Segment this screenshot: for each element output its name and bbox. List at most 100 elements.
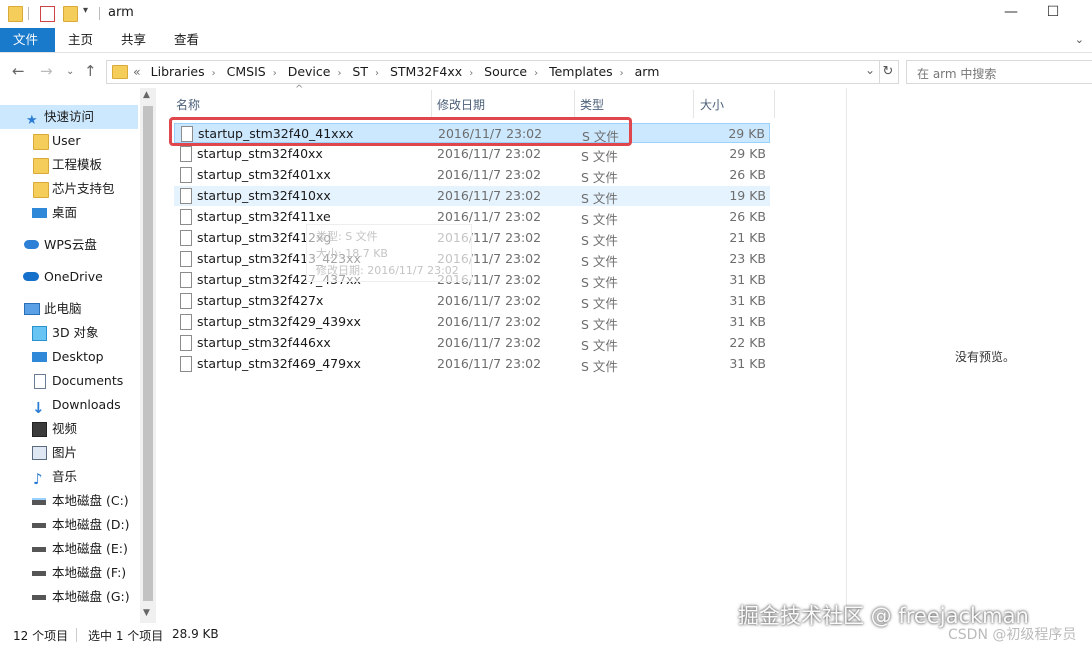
back-arrow-icon[interactable]: ←	[12, 62, 25, 80]
file-row[interactable]: startup_stm32f411xe 2016/11/7 23:02 S 文件…	[174, 207, 770, 227]
folder-icon	[33, 182, 49, 198]
annotation-highlight-box	[169, 117, 632, 146]
file-row[interactable]: startup_stm32f413_423xx 2016/11/7 23:02 …	[174, 249, 770, 269]
new-folder-icon[interactable]	[63, 6, 78, 22]
column-divider[interactable]	[693, 90, 694, 118]
file-type: S 文件	[581, 296, 618, 311]
customize-toolbar-icon[interactable]: ▾	[83, 5, 88, 16]
drive-icon	[32, 571, 46, 576]
sidebar-item-drive-d[interactable]: 本地磁盘 (D:)	[0, 513, 138, 537]
file-row[interactable]: startup_stm32f410xx 2016/11/7 23:02 S 文件…	[174, 186, 770, 206]
sidebar-item-wps-cloud[interactable]: WPS云盘	[0, 233, 138, 257]
sidebar-item-drive-f[interactable]: 本地磁盘 (F:)	[0, 561, 138, 585]
file-row[interactable]: startup_stm32f427_437xx 2016/11/7 23:02 …	[174, 270, 770, 290]
file-type: S 文件	[581, 275, 618, 290]
column-header-name[interactable]: 名称	[176, 96, 200, 113]
scroll-down-icon[interactable]: ▼	[143, 608, 150, 618]
file-row[interactable]: startup_stm32f412xg 2016/11/7 23:02 S 文件…	[174, 228, 770, 248]
file-date: 2016/11/7 23:02	[437, 209, 542, 224]
up-arrow-icon[interactable]: ↑	[84, 62, 97, 80]
expand-ribbon-icon[interactable]: ⌄	[1075, 33, 1084, 46]
breadcrumb-libraries[interactable]: Libraries	[151, 64, 205, 79]
breadcrumb-st[interactable]: ST	[352, 64, 368, 79]
properties-icon[interactable]	[40, 6, 55, 22]
column-header-type[interactable]: 类型	[580, 96, 604, 113]
breadcrumb-source[interactable]: Source	[484, 64, 527, 79]
sidebar-item-quick-access[interactable]: ★ 快速访问	[0, 105, 138, 129]
file-icon	[180, 314, 192, 330]
sidebar-item-music[interactable]: ♪ 音乐	[0, 465, 138, 489]
address-history-dropdown-icon[interactable]: ⌄	[865, 63, 875, 77]
navigation-pane: ★ 快速访问 User 工程模板 芯片支持包 桌面 WPS云盘 OneDrive…	[0, 88, 156, 623]
column-divider[interactable]	[774, 90, 775, 118]
search-input[interactable]: 在 arm 中搜索	[906, 60, 1092, 84]
sidebar-item-project-template[interactable]: 工程模板	[0, 153, 138, 177]
sidebar-item-pictures[interactable]: 图片	[0, 441, 138, 465]
forward-arrow-icon[interactable]: →	[40, 62, 53, 80]
column-divider[interactable]	[574, 90, 575, 118]
item-count: 12 个项目	[13, 629, 69, 643]
column-header-date[interactable]: 修改日期	[437, 96, 485, 113]
sidebar-item-videos[interactable]: 视频	[0, 417, 138, 441]
drive-icon	[32, 595, 46, 600]
minimize-button[interactable]: —	[988, 0, 1034, 26]
scroll-up-icon[interactable]: ▲	[143, 90, 150, 100]
file-row[interactable]: startup_stm32f40xx 2016/11/7 23:02 S 文件 …	[174, 144, 770, 164]
sidebar-item-drive-e[interactable]: 本地磁盘 (E:)	[0, 537, 138, 561]
breadcrumb-device[interactable]: Device	[288, 64, 331, 79]
folder-icon	[112, 65, 128, 79]
chevron-right-icon[interactable]: ›	[375, 68, 379, 79]
file-date: 2016/11/7 23:02	[437, 293, 542, 308]
tab-share[interactable]: 共享	[109, 28, 158, 52]
file-row[interactable]: startup_stm32f446xx 2016/11/7 23:02 S 文件…	[174, 333, 770, 353]
sidebar-item-chip-support[interactable]: 芯片支持包	[0, 177, 138, 201]
file-name: startup_stm32f410xx	[197, 188, 331, 203]
address-bar[interactable]: « Libraries › CMSIS › Device › ST › STM32F4x…	[106, 60, 880, 84]
file-row[interactable]: startup_stm32f401xx 2016/11/7 23:02 S 文件…	[174, 165, 770, 185]
maximize-button[interactable]: ☐	[1030, 0, 1076, 26]
sidebar-item-onedrive[interactable]: OneDrive	[0, 265, 138, 289]
breadcrumb-stm32f4xx[interactable]: STM32F4xx	[390, 64, 462, 79]
chevron-right-icon[interactable]: ›	[534, 68, 538, 79]
file-size: 31 KB	[729, 272, 766, 287]
breadcrumb-arm[interactable]: arm	[635, 64, 660, 79]
sidebar-item-drive-g[interactable]: 本地磁盘 (G:)	[0, 585, 138, 609]
tooltip-type: 类型: S 文件	[316, 230, 378, 243]
sidebar-item-this-pc[interactable]: 此电脑	[0, 297, 138, 321]
tab-view[interactable]: 查看	[162, 28, 211, 52]
onedrive-icon	[23, 272, 39, 281]
breadcrumb-templates[interactable]: Templates	[549, 64, 613, 79]
file-size: 26 KB	[729, 167, 766, 182]
sidebar-scrollbar-thumb[interactable]	[143, 106, 153, 601]
chevron-right-icon[interactable]: ›	[273, 68, 277, 79]
recent-locations-icon[interactable]: ⌄	[66, 66, 74, 77]
file-tooltip: 类型: S 文件 大小: 18.7 KB 修改日期: 2016/11/7 23:…	[306, 224, 472, 282]
column-header-size[interactable]: 大小	[700, 96, 724, 113]
file-row[interactable]: startup_stm32f427x 2016/11/7 23:02 S 文件 …	[174, 291, 770, 311]
file-size: 31 KB	[729, 293, 766, 308]
file-row[interactable]: startup_stm32f469_479xx 2016/11/7 23:02 …	[174, 354, 770, 374]
sidebar-item-documents[interactable]: Documents	[0, 369, 138, 393]
breadcrumb-overflow[interactable]: «	[133, 64, 141, 79]
sidebar-item-desktop[interactable]: Desktop	[0, 345, 138, 369]
tab-file[interactable]: 文件	[0, 28, 55, 52]
sidebar-item-user[interactable]: User	[0, 129, 138, 153]
column-divider[interactable]	[431, 90, 432, 118]
file-size: 26 KB	[729, 209, 766, 224]
refresh-icon[interactable]: ↻	[878, 60, 899, 84]
sidebar-item-3d-objects[interactable]: 3D 对象	[0, 321, 138, 345]
chevron-right-icon[interactable]: ›	[620, 68, 624, 79]
breadcrumb-cmsis[interactable]: CMSIS	[227, 64, 266, 79]
chevron-right-icon[interactable]: ›	[212, 68, 216, 79]
picture-icon	[32, 446, 47, 460]
sidebar-item-downloads[interactable]: ↓ Downloads	[0, 393, 138, 417]
cloud-icon	[24, 240, 39, 249]
chevron-right-icon[interactable]: ›	[469, 68, 473, 79]
chevron-right-icon[interactable]: ›	[337, 68, 341, 79]
file-name: startup_stm32f446xx	[197, 335, 331, 350]
sidebar-item-drive-c[interactable]: 本地磁盘 (C:)	[0, 489, 138, 513]
file-row[interactable]: startup_stm32f429_439xx 2016/11/7 23:02 …	[174, 312, 770, 332]
tab-home[interactable]: 主页	[56, 28, 105, 52]
sidebar-item-desktop-cn[interactable]: 桌面	[0, 201, 138, 225]
navigation-bar: ← → ⌄ ↑ « Libraries › CMSIS › Device › ST › …	[0, 56, 1092, 86]
